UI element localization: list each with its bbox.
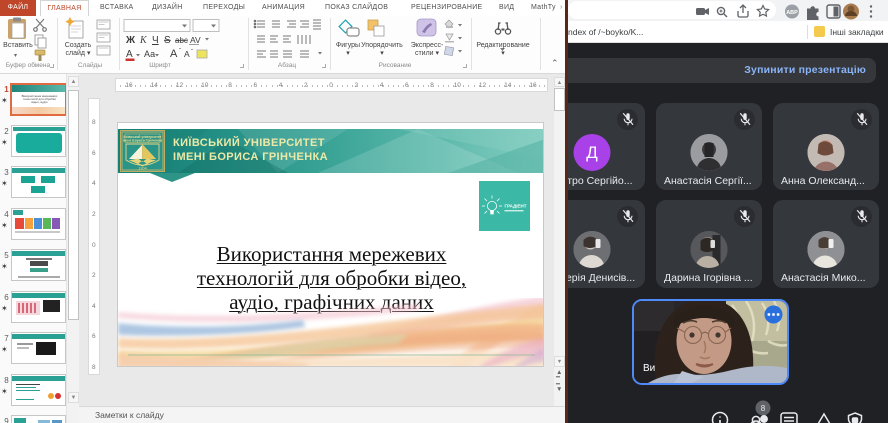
svg-text:ˇ: ˇ (191, 50, 193, 56)
svg-text:імені Бориса Грінченка: імені Бориса Грінченка (123, 139, 162, 143)
svg-text:AV: AV (190, 35, 201, 45)
svg-text:К: К (139, 35, 148, 46)
svg-text:1904: 1904 (138, 167, 146, 171)
svg-text:abc: abc (175, 36, 188, 45)
svg-text:Аа: Аа (144, 49, 155, 59)
svg-text:ˆ: ˆ (179, 49, 181, 55)
svg-text:Ч: Ч (152, 35, 159, 46)
svg-text:А: А (170, 48, 178, 60)
svg-text:А: А (184, 49, 190, 59)
svg-text:ГРАДІЕНТ: ГРАДІЕНТ (505, 204, 527, 209)
svg-text:S: S (164, 35, 171, 46)
svg-text:ABP: ABP (786, 10, 798, 16)
svg-text:А: А (126, 49, 133, 60)
svg-text:Ж: Ж (125, 35, 136, 46)
svg-text:8: 8 (761, 404, 766, 413)
